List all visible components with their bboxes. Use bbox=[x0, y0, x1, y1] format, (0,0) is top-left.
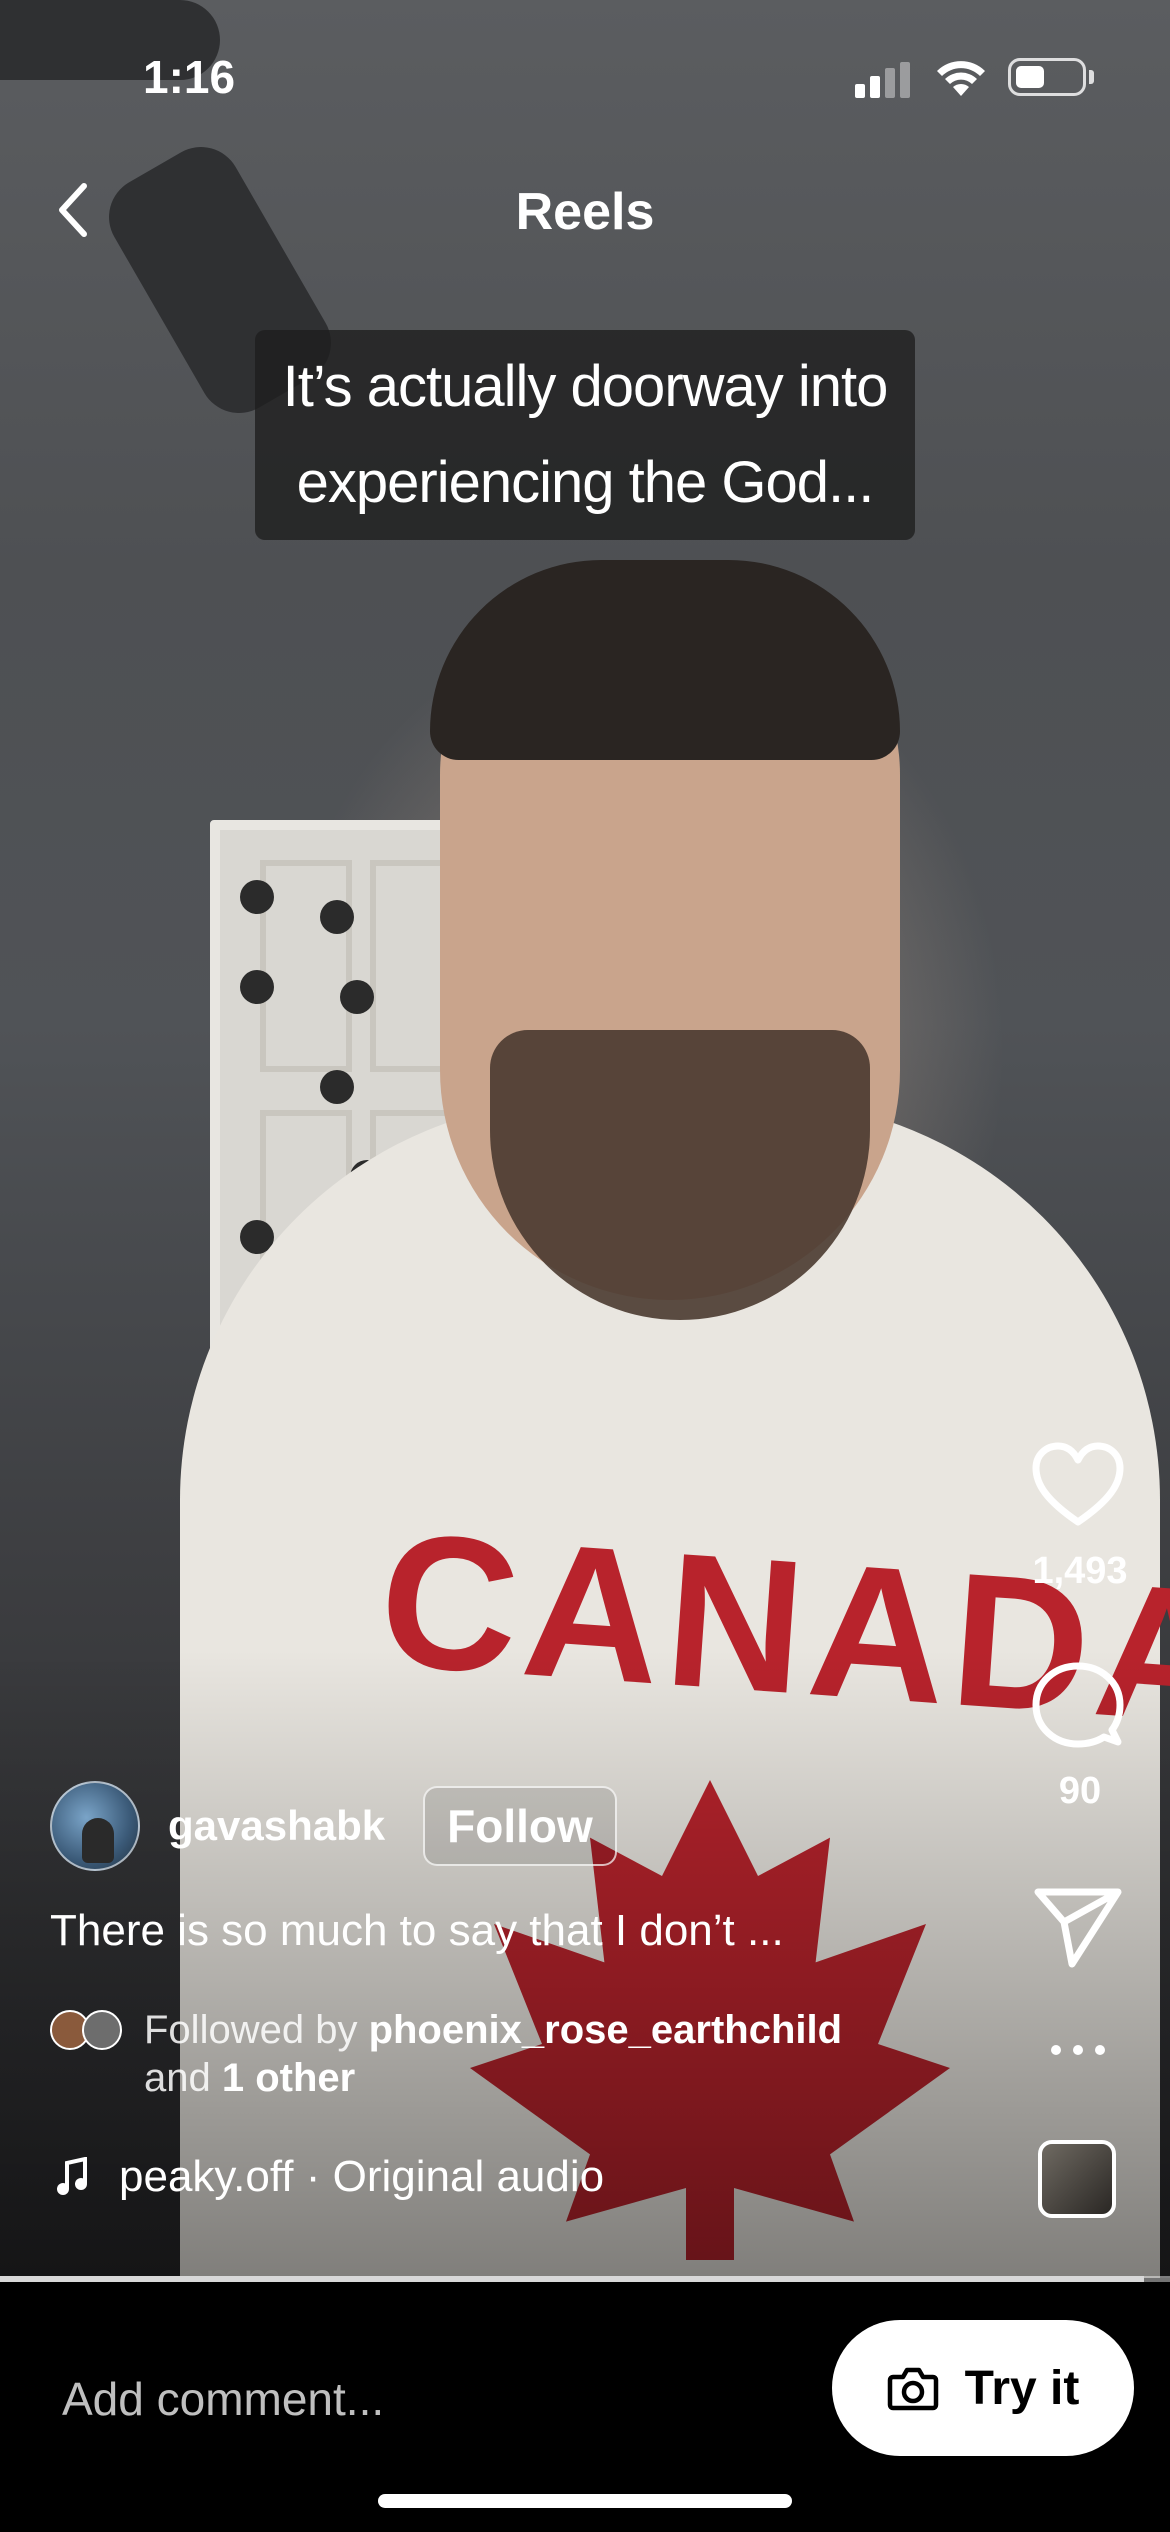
followed-user[interactable]: phoenix_rose_earthchild bbox=[369, 2008, 842, 2052]
followed-avatars bbox=[50, 2006, 126, 2050]
audio-thumbnail[interactable] bbox=[1038, 2140, 1116, 2218]
heart-icon[interactable] bbox=[1028, 1440, 1128, 1530]
music-note-icon bbox=[57, 2157, 87, 2195]
like-count: 1,493 bbox=[1032, 1550, 1128, 1592]
mini-avatar bbox=[82, 2010, 122, 2050]
followed-and: and bbox=[144, 2056, 211, 2100]
more-icon[interactable] bbox=[1028, 2020, 1128, 2080]
wifi-icon bbox=[937, 61, 985, 96]
send-icon[interactable] bbox=[1028, 1880, 1128, 1970]
camera-icon bbox=[887, 2367, 938, 2411]
post-description[interactable]: There is so much to say that I don’t ... bbox=[50, 1906, 784, 1956]
home-indicator[interactable] bbox=[378, 2494, 792, 2508]
comment-input[interactable]: Add comment... bbox=[62, 2372, 384, 2426]
person-hair bbox=[430, 560, 900, 760]
bottom-bar: Add comment... Try it bbox=[0, 2282, 1170, 2532]
followed-by-row[interactable]: Followed by phoenix_rose_earthchild and … bbox=[50, 2006, 842, 2102]
post-author-row: gavashabk Follow bbox=[50, 1780, 617, 1872]
status-time: 1:16 bbox=[143, 51, 236, 103]
followed-prefix: Followed by bbox=[144, 2008, 358, 2052]
signal-icon bbox=[855, 62, 915, 98]
try-it-label: Try it bbox=[964, 2361, 1080, 2415]
avatar[interactable] bbox=[50, 1781, 140, 1871]
comment-icon[interactable] bbox=[1028, 1660, 1128, 1750]
battery-nub bbox=[1089, 70, 1094, 84]
username[interactable]: gavashabk bbox=[168, 1802, 385, 1850]
audio-label: peaky.off · Original audio bbox=[119, 2152, 605, 2201]
followed-other[interactable]: 1 other bbox=[222, 2056, 355, 2100]
battery-icon bbox=[1008, 58, 1086, 96]
status-bar: 1:16 bbox=[0, 0, 1170, 150]
page-title: Reels bbox=[515, 183, 655, 241]
comment-count: 90 bbox=[1058, 1770, 1102, 1812]
follow-button[interactable]: Follow bbox=[423, 1786, 617, 1866]
try-it-button[interactable]: Try it bbox=[832, 2320, 1134, 2456]
audio-row[interactable]: peaky.off · Original audio bbox=[55, 2152, 604, 2202]
video-caption-overlay: It’s actually doorway into experiencing … bbox=[255, 330, 915, 540]
followed-by-text: Followed by phoenix_rose_earthchild and … bbox=[144, 2006, 842, 2102]
